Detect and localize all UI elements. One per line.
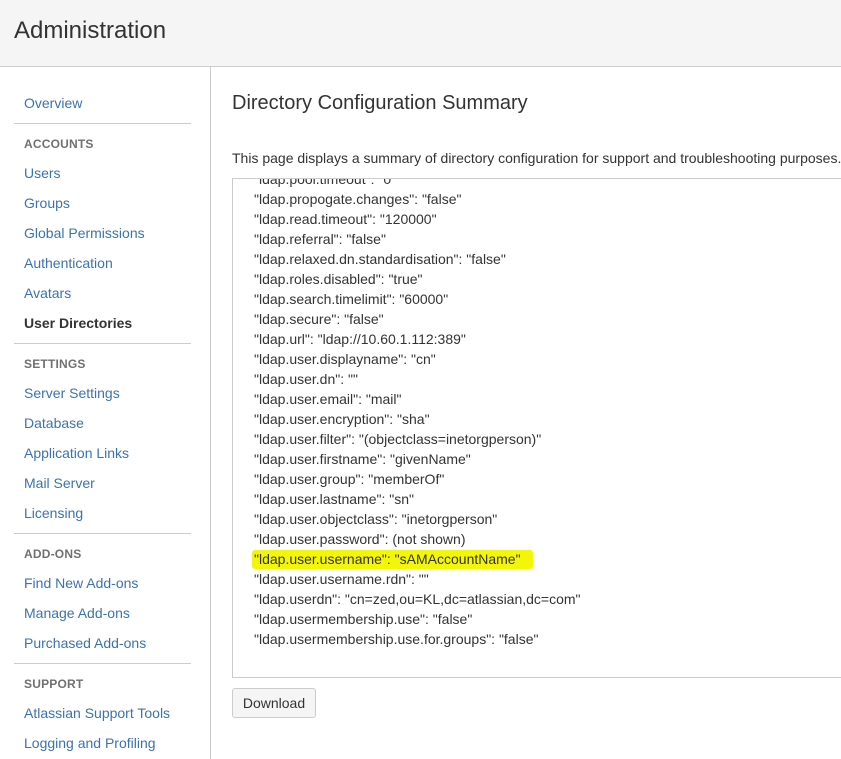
config-line: "ldap.user.dn": ""	[254, 369, 581, 389]
config-line-text: "ldap.user.group": "memberOf"	[254, 471, 445, 487]
config-line: "ldap.user.firstname": "givenName"	[254, 449, 581, 469]
config-line: "ldap.roles.disabled": "true"	[254, 269, 581, 289]
config-line-text: "ldap.read.timeout": "120000"	[254, 211, 437, 227]
sidebar-heading-add-ons: ADD-ONS	[24, 547, 82, 561]
sidebar-item-user-directories[interactable]: User Directories	[24, 315, 132, 331]
sidebar-item-logging-and-profiling[interactable]: Logging and Profiling	[24, 735, 156, 751]
config-line-text: "ldap.referral": "false"	[254, 231, 386, 247]
config-line-text: "ldap.user.dn": ""	[254, 371, 358, 387]
config-line-text: "ldap.user.objectclass": "inetorgperson"	[254, 511, 498, 527]
config-line: "ldap.search.timelimit": "60000"	[254, 289, 581, 309]
config-summary-textarea[interactable]: "ldap.pool.timeout": "0" "ldap.propogate.…	[232, 178, 841, 678]
sidebar-item-find-new-add-ons[interactable]: Find New Add-ons	[24, 575, 138, 591]
config-line: "ldap.user.displayname": "cn"	[254, 349, 581, 369]
config-line: "ldap.referral": "false"	[254, 229, 581, 249]
config-line: "ldap.usermembership.use": "false"	[254, 609, 581, 629]
config-line: "ldap.user.username.rdn": ""	[254, 569, 581, 589]
config-line-text: "ldap.userdn": "cn=zed,ou=KL,dc=atlassia…	[254, 591, 581, 607]
sidebar-item-licensing[interactable]: Licensing	[24, 505, 83, 521]
sidebar: Overview ACCOUNTS Users Groups Global Pe…	[0, 67, 211, 759]
config-line: "ldap.usermembership.use.for.groups": "f…	[254, 629, 581, 649]
config-line: "ldap.user.lastname": "sn"	[254, 489, 581, 509]
sidebar-divider	[14, 663, 191, 664]
config-line-text: "ldap.user.encryption": "sha"	[254, 411, 430, 427]
config-line: "ldap.user.email": "mail"	[254, 389, 581, 409]
config-line: "ldap.user.group": "memberOf"	[254, 469, 581, 489]
config-line-text: "ldap.user.firstname": "givenName"	[254, 451, 471, 467]
config-line-text: "ldap.roles.disabled": "true"	[254, 271, 423, 287]
sidebar-heading-settings: SETTINGS	[24, 357, 86, 371]
sidebar-heading-accounts: ACCOUNTS	[24, 137, 94, 151]
sidebar-item-groups[interactable]: Groups	[24, 195, 70, 211]
sidebar-item-mail-server[interactable]: Mail Server	[24, 475, 95, 491]
config-line: "ldap.userdn": "cn=zed,ou=KL,dc=atlassia…	[254, 589, 581, 609]
sidebar-item-global-permissions[interactable]: Global Permissions	[24, 225, 145, 241]
sidebar-item-manage-add-ons[interactable]: Manage Add-ons	[24, 605, 130, 621]
sidebar-item-overview[interactable]: Overview	[24, 95, 82, 111]
config-line-text: "ldap.user.email": "mail"	[254, 391, 402, 407]
config-line-text: "ldap.user.username.rdn": ""	[254, 571, 429, 587]
config-line: "ldap.read.timeout": "120000"	[254, 209, 581, 229]
sidebar-item-authentication[interactable]: Authentication	[24, 255, 113, 271]
config-line-text: "ldap.search.timelimit": "60000"	[254, 291, 449, 307]
sidebar-item-application-links[interactable]: Application Links	[24, 445, 129, 461]
config-lines-list: "ldap.pool.timeout": "0" "ldap.propogate.…	[252, 178, 581, 649]
config-line-text: "ldap.url": "ldap://10.60.1.112:389"	[254, 331, 466, 347]
sidebar-item-server-settings[interactable]: Server Settings	[24, 385, 120, 401]
config-line-highlighted: "ldap.user.username": "sAMAccountName"	[252, 549, 581, 569]
config-line: "ldap.pool.timeout": "0"	[254, 178, 581, 189]
sidebar-divider	[14, 123, 191, 124]
download-button[interactable]: Download	[232, 688, 316, 718]
config-line: "ldap.user.password": (not shown)	[254, 529, 581, 549]
sidebar-divider	[14, 533, 191, 534]
config-line-text: "ldap.relaxed.dn.standardisation": "fals…	[254, 251, 506, 267]
page-header-title: Administration	[14, 17, 167, 44]
config-line: "ldap.user.filter": "(objectclass=inetor…	[254, 429, 581, 449]
config-line-text: "ldap.usermembership.use.for.groups": "f…	[254, 631, 539, 647]
config-line-text: "ldap.pool.timeout": "0"	[254, 178, 397, 187]
config-line-text: "ldap.usermembership.use": "false"	[254, 611, 473, 627]
config-line-text: "ldap.user.lastname": "sn"	[254, 491, 414, 507]
config-line-text: "ldap.propogate.changes": "false"	[254, 191, 462, 207]
sidebar-item-database[interactable]: Database	[24, 415, 84, 431]
sidebar-item-purchased-add-ons[interactable]: Purchased Add-ons	[24, 635, 146, 651]
page-header: Administration	[0, 0, 841, 67]
config-line: "ldap.url": "ldap://10.60.1.112:389"	[254, 329, 581, 349]
sidebar-item-avatars[interactable]: Avatars	[24, 285, 71, 301]
config-line-text: "ldap.user.password": (not shown)	[254, 531, 466, 547]
config-line-text: "ldap.user.username": "sAMAccountName"	[252, 550, 533, 569]
config-line: "ldap.secure": "false"	[254, 309, 581, 329]
config-line: "ldap.relaxed.dn.standardisation": "fals…	[254, 249, 581, 269]
config-line-text: "ldap.user.displayname": "cn"	[254, 351, 436, 367]
config-line: "ldap.user.objectclass": "inetorgperson"	[254, 509, 581, 529]
config-line: "ldap.user.encryption": "sha"	[254, 409, 581, 429]
config-line-text: "ldap.secure": "false"	[254, 311, 384, 327]
sidebar-item-atlassian-support-tools[interactable]: Atlassian Support Tools	[24, 705, 170, 721]
sidebar-item-users[interactable]: Users	[24, 165, 61, 181]
config-line: "ldap.propogate.changes": "false"	[254, 189, 581, 209]
sidebar-divider	[14, 343, 191, 344]
config-line-text: "ldap.user.filter": "(objectclass=inetor…	[254, 431, 542, 447]
page-description: This page displays a summary of director…	[232, 150, 841, 166]
page-title: Directory Configuration Summary	[232, 92, 528, 114]
sidebar-heading-support: SUPPORT	[24, 677, 84, 691]
